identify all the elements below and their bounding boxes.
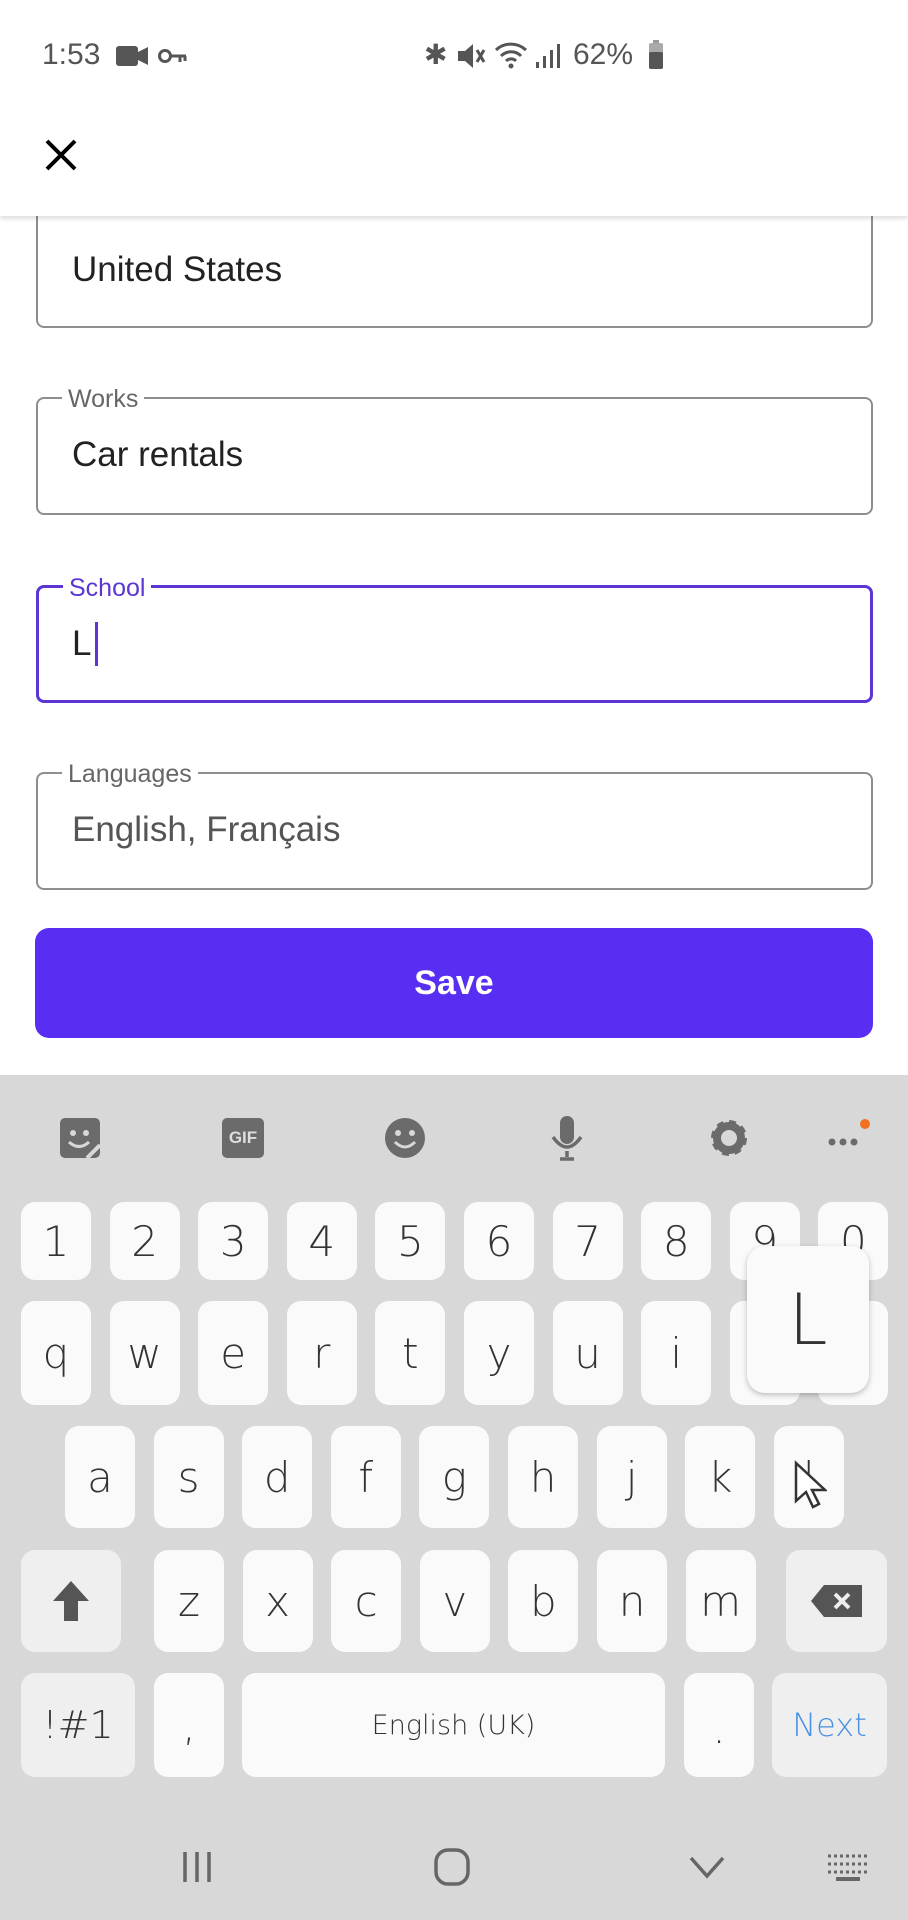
keyboard-switch-button[interactable] [818,1842,878,1892]
school-label: School [63,574,152,603]
key-j[interactable]: j [596,1426,667,1528]
home-icon [434,1848,470,1886]
recent-apps-icon [183,1852,211,1882]
comma-key[interactable]: , [154,1673,224,1777]
key-c[interactable]: c [331,1550,402,1652]
languages-field[interactable]: Languages English, Français [36,760,873,890]
key-7[interactable]: 7 [552,1202,623,1280]
key-z[interactable]: z [154,1550,224,1652]
symbols-key[interactable]: !#1 [21,1673,135,1777]
hide-keyboard-button[interactable] [677,1842,737,1892]
key-a[interactable]: a [65,1426,135,1528]
text-cursor [95,622,98,666]
key-v[interactable]: v [419,1550,490,1652]
chevron-down-icon [689,1856,725,1879]
key-n[interactable]: n [597,1550,667,1652]
key-b[interactable]: b [508,1550,579,1652]
backspace-icon [810,1585,862,1617]
key-h[interactable]: h [508,1426,578,1528]
key-6[interactable]: 6 [464,1202,534,1280]
key-k[interactable]: k [685,1426,756,1528]
space-key[interactable]: English (UK) [242,1673,665,1777]
languages-value: English, Français [72,810,341,849]
battery-percent: 62% [573,38,634,71]
key-e[interactable]: e [198,1301,269,1405]
languages-label: Languages [62,760,198,789]
key-4[interactable]: 4 [286,1202,357,1280]
keyboard-icon [828,1854,868,1881]
key-preview-popup: L [747,1246,869,1393]
gif-label: GIF [222,1118,264,1158]
emoji-icon[interactable] [382,1115,428,1161]
key-8[interactable]: 8 [641,1202,712,1280]
key-f[interactable]: f [330,1426,401,1528]
settings-icon[interactable] [706,1115,752,1161]
wifi-icon [494,42,528,69]
works-field[interactable]: Works Car rentals [36,385,873,515]
microphone-icon[interactable] [544,1115,590,1161]
key-icon [158,49,187,63]
school-value: L [72,624,92,663]
mute-icon [458,44,486,68]
lives-field[interactable]: United States [36,200,873,328]
key-2[interactable]: 2 [109,1202,180,1280]
gif-icon[interactable]: GIF [220,1115,266,1161]
shift-key[interactable] [21,1550,121,1652]
lives-value: United States [72,250,283,289]
mouse-pointer-icon [794,1460,827,1509]
key-g[interactable]: g [419,1426,490,1528]
key-1[interactable]: 1 [21,1202,91,1280]
key-s[interactable]: s [153,1426,224,1528]
key-m[interactable]: m [685,1550,756,1652]
clock: 1:53 [42,38,101,71]
school-field[interactable]: School L [36,574,873,703]
home-button[interactable] [422,1842,482,1892]
key-3[interactable]: 3 [198,1202,269,1280]
key-5[interactable]: 5 [375,1202,446,1280]
key-u[interactable]: u [552,1301,623,1405]
key-t[interactable]: t [375,1301,446,1405]
key-r[interactable]: r [286,1301,357,1405]
next-key[interactable]: Next [772,1673,887,1777]
signal-icon [536,44,560,68]
save-button[interactable]: Save [35,928,873,1038]
works-label: Works [62,385,145,414]
more-icon[interactable] [824,1115,870,1161]
bluetooth-icon: ✱ [424,39,448,70]
status-bar: 1:53 ✱ 62% [0,0,908,110]
close-icon[interactable] [44,138,78,172]
key-i[interactable]: i [641,1301,712,1405]
video-camera-icon [116,46,148,66]
period-key[interactable]: . [684,1673,754,1777]
shift-arrow-icon [53,1581,89,1621]
recent-apps-button[interactable] [167,1842,227,1892]
works-value: Car rentals [72,435,244,474]
backspace-key[interactable] [786,1550,887,1652]
key-y[interactable]: y [464,1301,534,1405]
app-header [0,110,908,216]
key-d[interactable]: d [242,1426,313,1528]
battery-icon [649,40,663,69]
sticker-icon[interactable] [57,1115,103,1161]
key-x[interactable]: x [242,1550,313,1652]
key-q[interactable]: q [21,1301,91,1405]
key-w[interactable]: w [109,1301,180,1405]
